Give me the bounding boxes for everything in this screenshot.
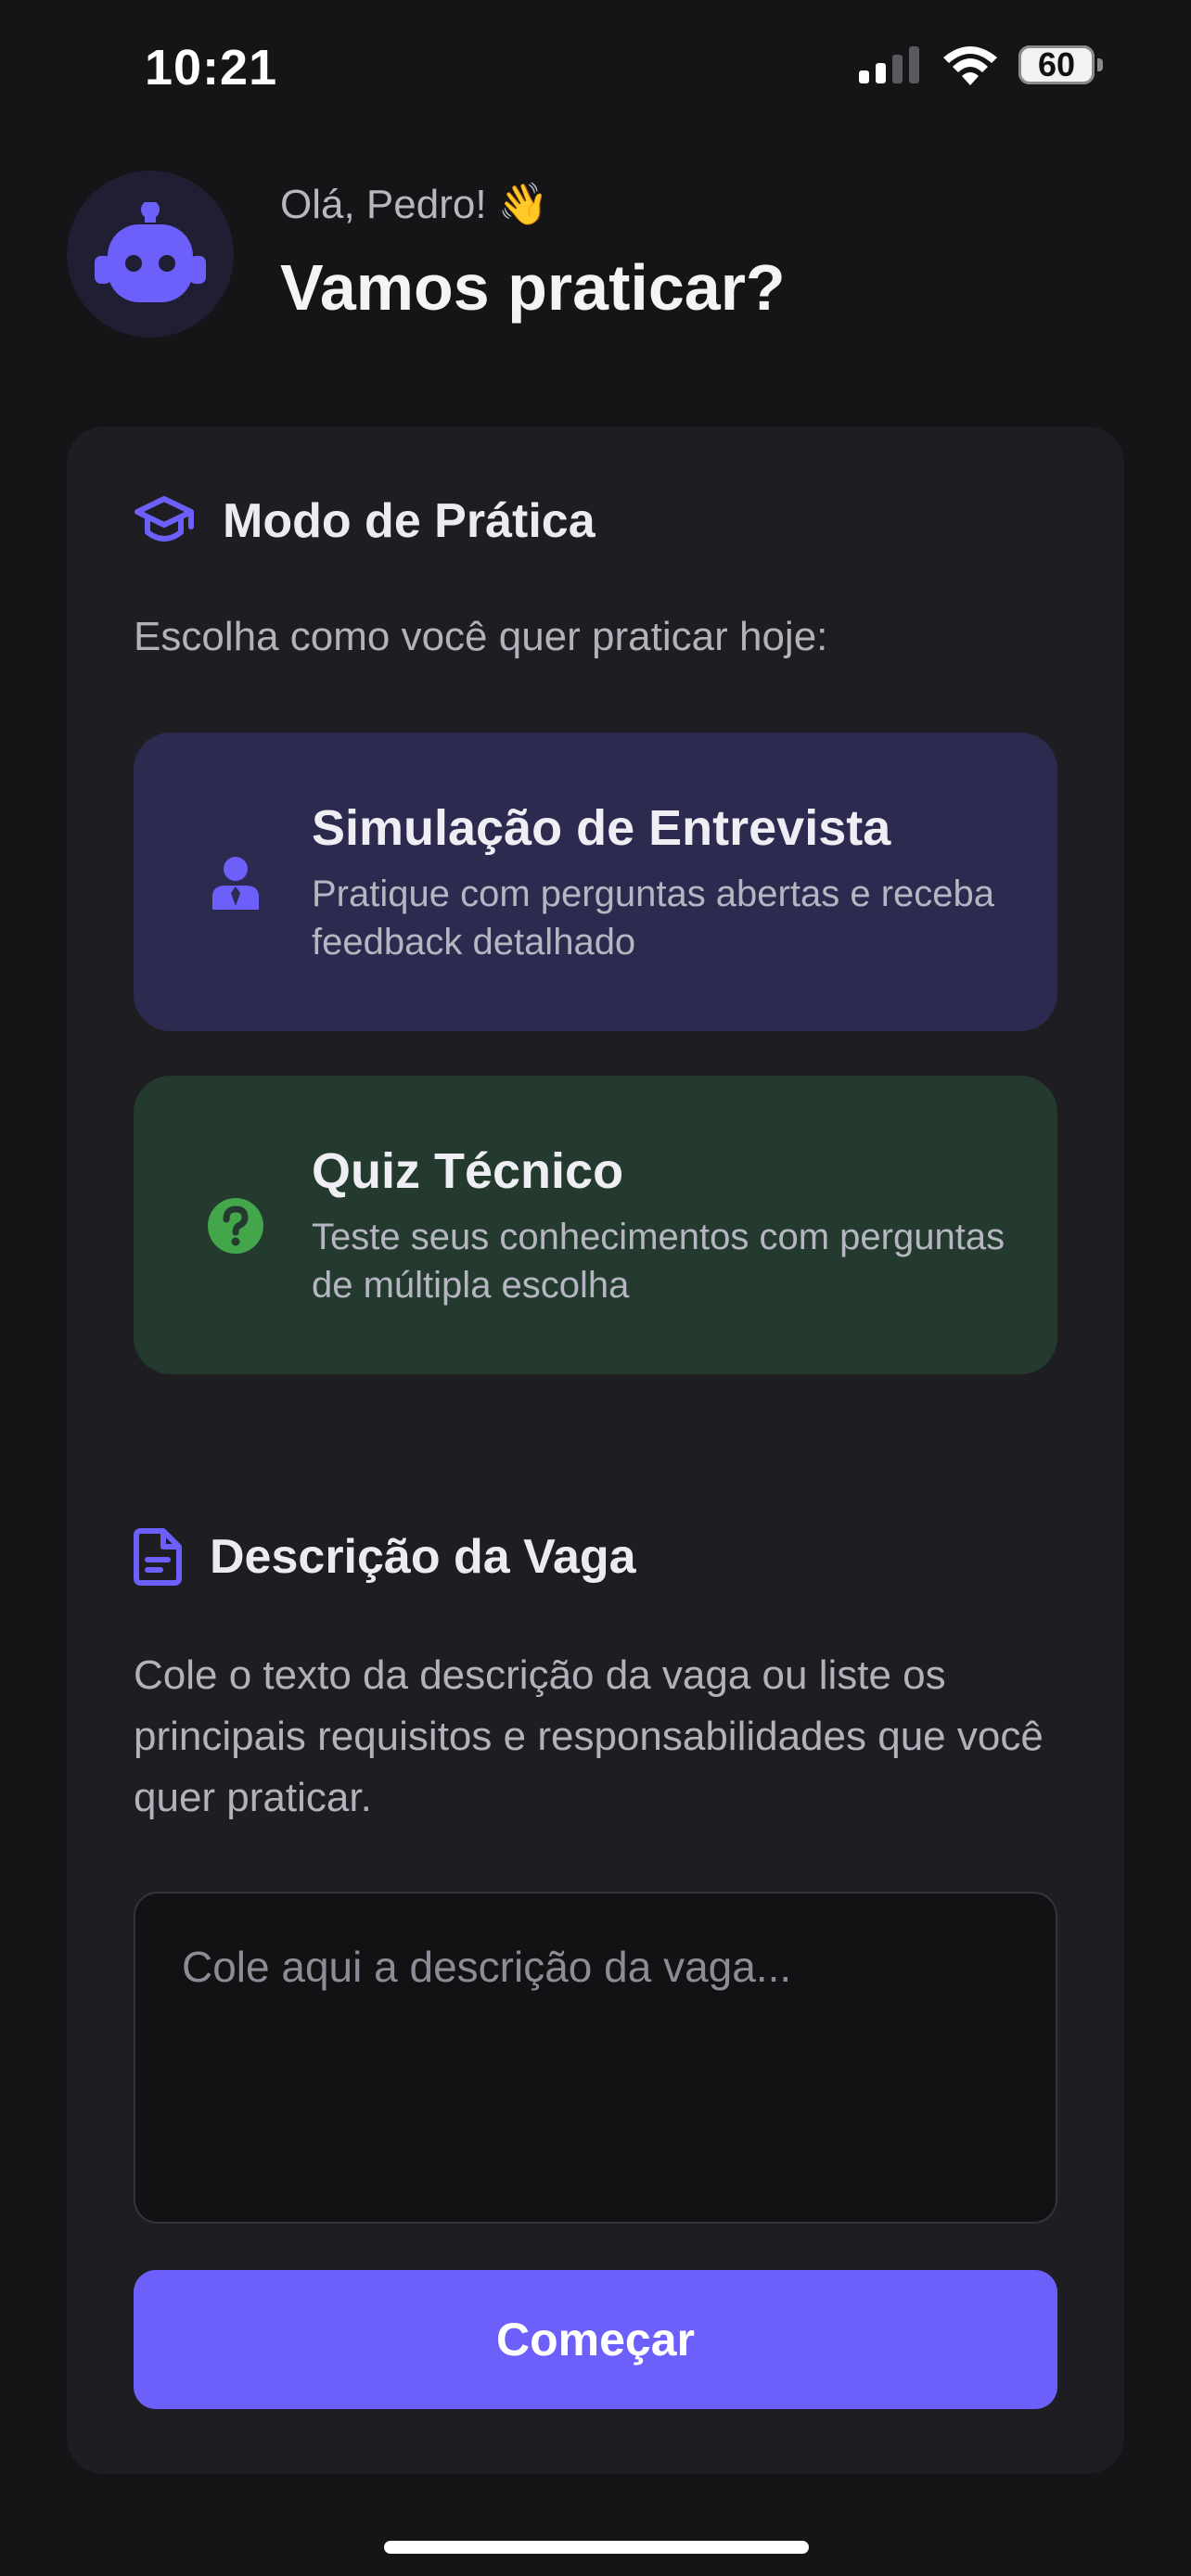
practice-mode-description: Escolha como você quer praticar hoje: bbox=[134, 614, 828, 659]
battery-level: 60 bbox=[1037, 45, 1076, 83]
status-time: 10:21 bbox=[145, 40, 278, 96]
header: Olá, Pedro! 👋 Vamos praticar? bbox=[67, 171, 1124, 338]
mode-description: Teste seus conhecimentos com perguntas d… bbox=[312, 1217, 1005, 1306]
home-indicator[interactable] bbox=[384, 2541, 809, 2554]
greeting: Olá, Pedro! 👋 bbox=[280, 182, 549, 227]
page-title: Vamos praticar? bbox=[280, 251, 786, 324]
status-bar: 10:21 60 bbox=[0, 0, 1191, 139]
user-tie-icon bbox=[200, 848, 271, 918]
avatar bbox=[67, 171, 234, 338]
job-description-header: Descrição da Vaga bbox=[134, 1528, 636, 1586]
graduation-cap-icon bbox=[134, 496, 194, 542]
status-icons: 60 bbox=[859, 45, 1103, 85]
practice-card: Modo de Prática Escolha como você quer p… bbox=[67, 427, 1124, 2474]
start-button[interactable]: Começar bbox=[134, 2270, 1057, 2409]
job-description-title: Descrição da Vaga bbox=[210, 1530, 636, 1584]
cellular-signal-icon bbox=[859, 46, 919, 83]
job-description-text: Cole o texto da descrição da vaga ou lis… bbox=[134, 1652, 1044, 1820]
wifi-icon bbox=[943, 46, 997, 85]
document-icon bbox=[134, 1528, 182, 1586]
mode-option-interview[interactable]: Simulação de Entrevista Pratique com per… bbox=[134, 733, 1057, 1031]
mode-description: Pratique com perguntas abertas e receba … bbox=[312, 874, 994, 963]
mode-title: Simulação de Entrevista bbox=[312, 800, 891, 856]
practice-mode-title: Modo de Prática bbox=[223, 494, 596, 548]
question-circle-icon bbox=[200, 1191, 271, 1261]
job-description-input[interactable] bbox=[134, 1892, 1057, 2224]
battery-icon: 60 bbox=[1018, 45, 1103, 84]
practice-mode-header: Modo de Prática bbox=[134, 493, 596, 549]
mode-option-quiz[interactable]: Quiz Técnico Teste seus conhecimentos co… bbox=[134, 1076, 1057, 1374]
mode-title: Quiz Técnico bbox=[312, 1143, 624, 1199]
robot-icon bbox=[95, 202, 206, 302]
